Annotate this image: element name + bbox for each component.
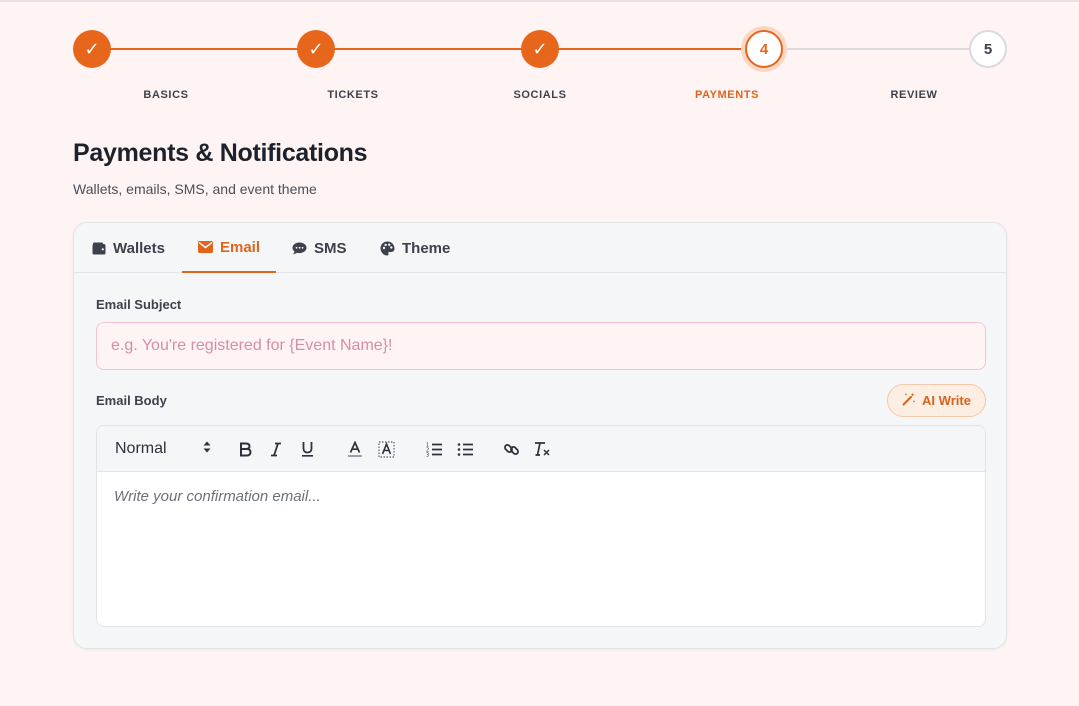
- step-label-basics: BASICS: [143, 89, 189, 101]
- step-3-complete-icon[interactable]: ✓: [521, 30, 559, 68]
- email-body-editor[interactable]: Write your confirmation email...: [114, 488, 321, 505]
- italic-icon[interactable]: [266, 437, 286, 461]
- step-connector: [540, 48, 764, 50]
- bold-icon[interactable]: [235, 437, 255, 461]
- ai-write-button[interactable]: AI Write: [887, 384, 986, 417]
- wallet-icon: [92, 242, 106, 255]
- step-label-review: REVIEW: [890, 89, 938, 101]
- bullet-list-icon[interactable]: [454, 437, 476, 461]
- palette-icon: [380, 241, 395, 256]
- envelope-icon: [198, 241, 213, 253]
- settings-card: Wallets Email SMS Theme Email Subject Em…: [73, 222, 1007, 649]
- svg-text:3: 3: [426, 452, 429, 457]
- ai-write-label: AI Write: [922, 393, 971, 408]
- step-1-complete-icon[interactable]: ✓: [73, 30, 111, 68]
- tab-label: SMS: [314, 239, 347, 257]
- step-5[interactable]: 5: [969, 30, 1007, 68]
- step-label-payments: PAYMENTS: [694, 89, 760, 101]
- email-subject-input[interactable]: [96, 322, 986, 370]
- step-connector: [316, 48, 540, 50]
- sort-arrows-icon: [203, 440, 211, 458]
- step-label-tickets: TICKETS: [327, 89, 379, 101]
- step-label-socials: SOCIALS: [513, 89, 567, 101]
- text-color-icon[interactable]: [344, 437, 366, 461]
- tab-email[interactable]: Email: [182, 223, 277, 273]
- format-select-value: Normal: [115, 440, 167, 457]
- step-connector: [92, 48, 316, 50]
- tab-wallets[interactable]: Wallets: [76, 223, 181, 273]
- format-select[interactable]: Normal: [115, 437, 211, 461]
- highlight-color-icon[interactable]: [375, 437, 397, 461]
- rich-text-editor: Normal 123 Write your confirmation email…: [96, 425, 986, 627]
- magic-wand-icon: [902, 392, 916, 409]
- step-4-current[interactable]: 4: [745, 30, 783, 68]
- tab-label: Email: [220, 238, 261, 256]
- page-subtitle: Wallets, emails, SMS, and event theme: [73, 181, 317, 197]
- ordered-list-icon[interactable]: 123: [423, 437, 445, 461]
- step-2-complete-icon[interactable]: ✓: [297, 30, 335, 68]
- email-body-label: Email Body: [96, 393, 167, 408]
- tab-sms[interactable]: SMS: [276, 223, 363, 273]
- clear-format-icon[interactable]: [531, 437, 553, 461]
- tab-label: Theme: [402, 239, 451, 257]
- page-title: Payments & Notifications: [73, 139, 368, 167]
- tab-label: Wallets: [113, 239, 165, 257]
- underline-icon[interactable]: [297, 437, 317, 461]
- editor-toolbar: Normal 123: [97, 426, 985, 472]
- tab-bar: Wallets Email SMS Theme: [74, 223, 1006, 273]
- link-icon[interactable]: [500, 437, 522, 461]
- chat-icon: [292, 242, 307, 255]
- progress-stepper: ✓ ✓ ✓ 4 5 BASICS TICKETS SOCIALS PAYMENT…: [73, 28, 1007, 108]
- tab-theme[interactable]: Theme: [364, 223, 466, 273]
- step-connector: [764, 48, 988, 50]
- email-subject-label: Email Subject: [96, 297, 182, 312]
